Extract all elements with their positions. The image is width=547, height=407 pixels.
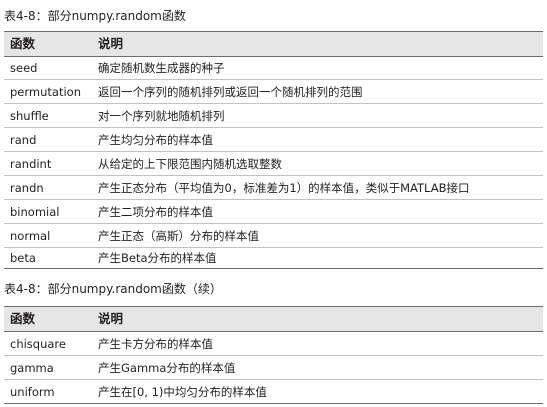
- function-name: chisquare: [10, 336, 66, 351]
- function-description: 产生Beta分布的样本值: [98, 251, 217, 265]
- function-description: 产生Gamma分布的样本值: [98, 360, 236, 375]
- function-name: gamma: [10, 360, 54, 375]
- column-header-description: 说明: [98, 311, 124, 326]
- table-2: 函数 说明 chisquare 产生卡方分布的样本值 gamma 产生Gamma…: [4, 306, 543, 404]
- function-name: beta: [10, 251, 36, 265]
- function-description: 产生正态分布（平均值为0，标准差为1）的样本值，类似于MATLAB接口: [98, 180, 470, 195]
- function-description: 返回一个序列的随机排列或返回一个随机排列的范围: [98, 84, 363, 99]
- function-description: 产生在[0, 1)中均匀分布的样本值: [98, 384, 267, 399]
- function-description: 产生二项分布的样本值: [98, 204, 213, 219]
- column-header-function: 函数: [10, 311, 36, 326]
- function-name: normal: [10, 228, 51, 243]
- table-1-header-row: 函数 说明: [4, 31, 543, 57]
- function-name: randint: [10, 156, 52, 171]
- table-row: binomial 产生二项分布的样本值: [4, 200, 543, 224]
- table-row: rand 产生均匀分布的样本值: [4, 128, 543, 152]
- table-row: permutation 返回一个序列的随机排列或返回一个随机排列的范围: [4, 80, 543, 104]
- function-name: seed: [10, 61, 38, 75]
- function-name: randn: [10, 180, 44, 195]
- column-header-description: 说明: [98, 36, 124, 51]
- table-row: normal 产生正态（高斯）分布的样本值: [4, 224, 543, 248]
- table-row: randint 从给定的上下限范围内随机选取整数: [4, 152, 543, 176]
- function-name: permutation: [10, 84, 81, 99]
- table-row: uniform 产生在[0, 1)中均匀分布的样本值: [4, 380, 543, 404]
- table-row: shuffle 对一个序列就地随机排列: [4, 104, 543, 128]
- function-name: shuffle: [10, 108, 49, 123]
- table-1-caption: 表4-8：部分numpy.random函数: [4, 9, 186, 23]
- function-description: 产生卡方分布的样本值: [98, 336, 213, 351]
- column-header-function: 函数: [10, 36, 36, 51]
- table-row: randn 产生正态分布（平均值为0，标准差为1）的样本值，类似于MATLAB接…: [4, 176, 543, 200]
- function-name: binomial: [10, 204, 60, 219]
- function-description: 产生正态（高斯）分布的样本值: [98, 228, 259, 243]
- table-row: chisquare 产生卡方分布的样本值: [4, 332, 543, 356]
- function-description: 产生均匀分布的样本值: [98, 132, 213, 147]
- table-2-caption: 表4-8：部分numpy.random函数（续）: [4, 282, 222, 296]
- table-row: beta 产生Beta分布的样本值: [4, 248, 543, 269]
- function-description: 确定随机数生成器的种子: [98, 61, 225, 75]
- function-description: 对一个序列就地随机排列: [98, 108, 225, 123]
- table-2-header-row: 函数 说明: [4, 306, 543, 332]
- table-1: 函数 说明 seed 确定随机数生成器的种子 permutation 返回一个序…: [4, 31, 543, 269]
- function-name: rand: [10, 132, 37, 147]
- function-description: 从给定的上下限范围内随机选取整数: [98, 156, 282, 171]
- function-name: uniform: [10, 384, 55, 399]
- table-row: seed 确定随机数生成器的种子: [4, 57, 543, 80]
- table-row: gamma 产生Gamma分布的样本值: [4, 356, 543, 380]
